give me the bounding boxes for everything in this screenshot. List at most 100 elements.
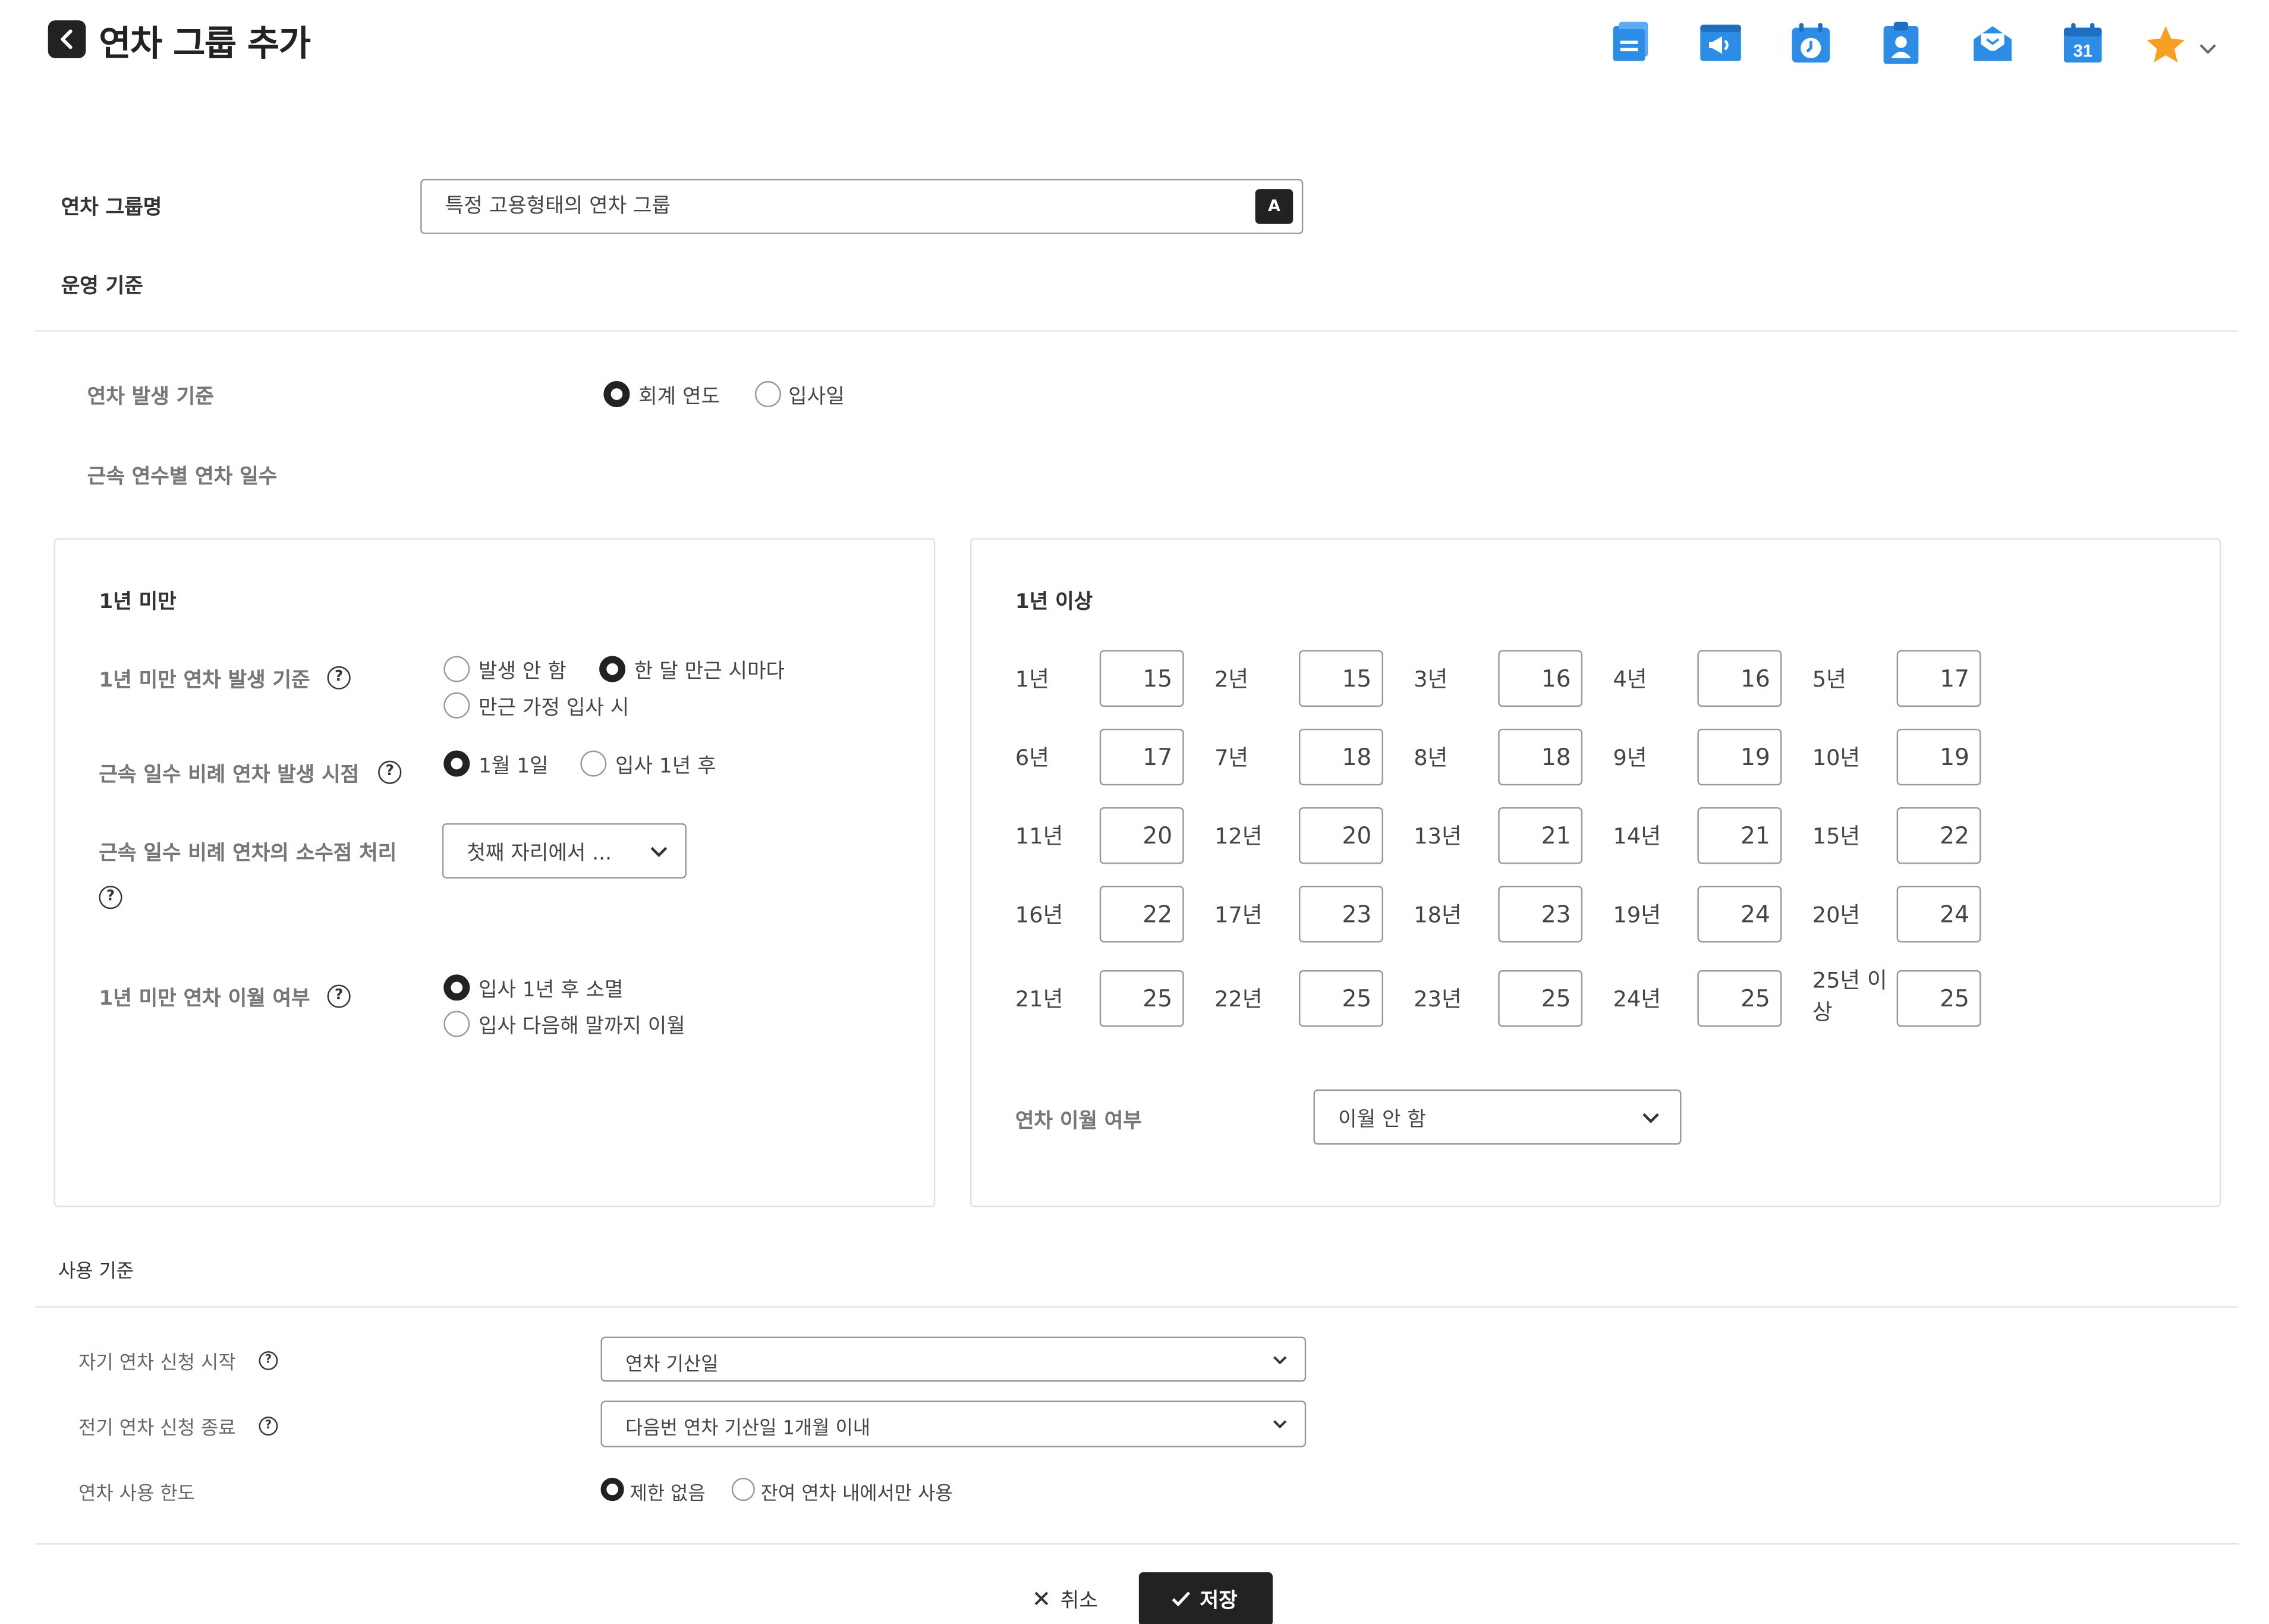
early-start-select[interactable]: 연차 기산일 — [600, 1336, 1307, 1382]
year-label: 14년 — [1613, 823, 1661, 849]
radio-assumed-full-attendance[interactable] — [443, 692, 470, 719]
year-label: 19년 — [1613, 902, 1661, 929]
help-icon[interactable]: ? — [378, 760, 402, 784]
year-days-input[interactable]: 17 — [1099, 728, 1184, 786]
early-end-label: 전기 연차 신청 종료 — [78, 1418, 236, 1440]
year-days-input[interactable]: 25 — [1697, 970, 1782, 1027]
year-days-input[interactable]: 25 — [1498, 970, 1583, 1027]
year-days-input[interactable]: 25 — [1896, 970, 1981, 1027]
radio-carry-to-next-year-end[interactable] — [443, 1011, 470, 1037]
year-days-input[interactable]: 18 — [1298, 728, 1383, 786]
radio-one-year-after-hire[interactable] — [580, 750, 607, 777]
year-label: 15년 — [1812, 823, 1861, 849]
radio-hire-date[interactable] — [754, 381, 781, 408]
group-name-field[interactable]: A — [420, 178, 1304, 234]
year-days-input[interactable]: 16 — [1697, 650, 1782, 707]
chevron-down-icon — [1273, 1420, 1287, 1429]
year-label: 4년 — [1613, 666, 1647, 693]
radio-fiscal-year-label[interactable]: 회계 연도 — [638, 381, 720, 410]
decimal-handling-select[interactable]: 첫째 자리에서 ... — [442, 823, 687, 879]
year-days-input[interactable]: 25 — [1298, 970, 1383, 1027]
year-days-input[interactable]: 24 — [1896, 886, 1981, 943]
radio-within-remaining[interactable] — [731, 1477, 755, 1502]
year-label: 8년 — [1414, 744, 1448, 771]
chevron-down-icon — [1273, 1356, 1287, 1365]
year-label: 11년 — [1015, 823, 1063, 849]
mail-icon[interactable] — [1969, 20, 2016, 67]
favorites-dropdown-chevron-icon[interactable] — [2198, 35, 2218, 62]
year-label: 1년 — [1015, 666, 1049, 693]
carryover-select[interactable]: 이월 안 함 — [1313, 1089, 1682, 1145]
radio-fiscal-year[interactable] — [603, 381, 630, 408]
year-days-input[interactable]: 23 — [1298, 886, 1383, 943]
usage-limit-label: 연차 사용 한도 — [78, 1483, 195, 1506]
year-days-input[interactable]: 21 — [1498, 807, 1583, 864]
radio-assumed-full-attendance-label[interactable]: 만근 가정 입사 시 — [479, 693, 629, 722]
radio-no-limit[interactable] — [600, 1477, 624, 1502]
calendar-31-icon[interactable]: 31 — [2060, 20, 2106, 67]
star-icon[interactable] — [2144, 23, 2188, 73]
year-label: 24년 — [1613, 986, 1661, 1012]
year-days-input[interactable]: 19 — [1896, 728, 1981, 786]
radio-hire-date-label[interactable]: 입사일 — [788, 381, 845, 410]
under-one-year-title: 1년 미만 — [99, 590, 177, 614]
divider — [34, 1543, 2239, 1545]
save-button[interactable]: 저장 — [1138, 1572, 1273, 1624]
help-icon[interactable]: ? — [327, 984, 351, 1008]
carryover-value: 이월 안 함 — [1338, 1108, 1426, 1132]
chevron-left-icon — [61, 29, 73, 49]
year-days-input[interactable]: 18 — [1498, 728, 1583, 786]
radio-expire-after-one-year[interactable] — [443, 974, 470, 1001]
year-label: 16년 — [1015, 902, 1063, 929]
early-end-value: 다음번 연차 기산일 1개월 이내 — [625, 1418, 870, 1440]
radio-jan-first[interactable] — [443, 750, 470, 777]
radio-jan-first-label[interactable]: 1월 1일 — [479, 751, 549, 780]
radio-no-occurrence-label[interactable]: 발생 안 함 — [479, 656, 567, 685]
input-method-badge[interactable]: A — [1255, 189, 1294, 224]
contact-icon[interactable] — [1878, 20, 1924, 67]
radio-one-year-after-hire-label[interactable]: 입사 1년 후 — [615, 751, 716, 780]
year-days-input[interactable]: 15 — [1099, 650, 1184, 707]
group-name-input[interactable] — [445, 193, 1231, 217]
radio-within-remaining-label[interactable]: 잔여 연차 내에서만 사용 — [761, 1478, 953, 1506]
help-icon[interactable]: ? — [327, 666, 351, 690]
board-icon[interactable] — [1607, 20, 1654, 67]
chevron-down-icon — [1642, 1113, 1659, 1123]
radio-each-full-month[interactable] — [599, 656, 626, 682]
year-days-input[interactable]: 16 — [1498, 650, 1583, 707]
year-label: 10년 — [1812, 744, 1861, 771]
help-icon[interactable]: ? — [259, 1351, 278, 1370]
clock-calendar-icon[interactable] — [1787, 20, 1834, 67]
year-days-input[interactable]: 22 — [1896, 807, 1981, 864]
year-label: 9년 — [1613, 744, 1647, 771]
year-label: 13년 — [1414, 823, 1462, 849]
close-icon — [1034, 1591, 1049, 1606]
save-button-label: 저장 — [1200, 1590, 1238, 1613]
year-label: 18년 — [1414, 902, 1462, 929]
year-days-input[interactable]: 24 — [1697, 886, 1782, 943]
early-start-value: 연차 기산일 — [625, 1354, 719, 1376]
radio-carry-to-next-year-end-label[interactable]: 입사 다음해 말까지 이월 — [479, 1011, 685, 1040]
decimal-handling-label: 근속 일수 비례 연차의 소수점 처리 — [99, 842, 397, 865]
year-days-input[interactable]: 21 — [1697, 807, 1782, 864]
radio-expire-after-one-year-label[interactable]: 입사 1년 후 소멸 — [479, 974, 624, 1003]
year-label: 3년 — [1414, 666, 1448, 693]
year-days-input[interactable]: 20 — [1298, 807, 1383, 864]
year-days-input[interactable]: 19 — [1697, 728, 1782, 786]
radio-no-occurrence[interactable] — [443, 656, 470, 682]
radio-each-full-month-label[interactable]: 한 달 만근 시마다 — [634, 656, 785, 685]
help-icon[interactable]: ? — [99, 886, 122, 909]
help-icon[interactable]: ? — [259, 1417, 278, 1436]
notice-icon[interactable] — [1697, 20, 1744, 67]
year-days-input[interactable]: 23 — [1498, 886, 1583, 943]
early-end-select[interactable]: 다음번 연차 기산일 1개월 이내 — [600, 1400, 1307, 1447]
divider — [34, 1306, 2239, 1308]
carryover-label: 연차 이월 여부 — [1015, 1109, 1142, 1134]
radio-no-limit-label[interactable]: 제한 없음 — [630, 1478, 705, 1506]
year-days-input[interactable]: 20 — [1099, 807, 1184, 864]
year-days-input[interactable]: 15 — [1298, 650, 1383, 707]
year-days-input[interactable]: 22 — [1099, 886, 1184, 943]
year-days-input[interactable]: 17 — [1896, 650, 1981, 707]
year-days-input[interactable]: 25 — [1099, 970, 1184, 1027]
back-button[interactable] — [48, 20, 86, 58]
